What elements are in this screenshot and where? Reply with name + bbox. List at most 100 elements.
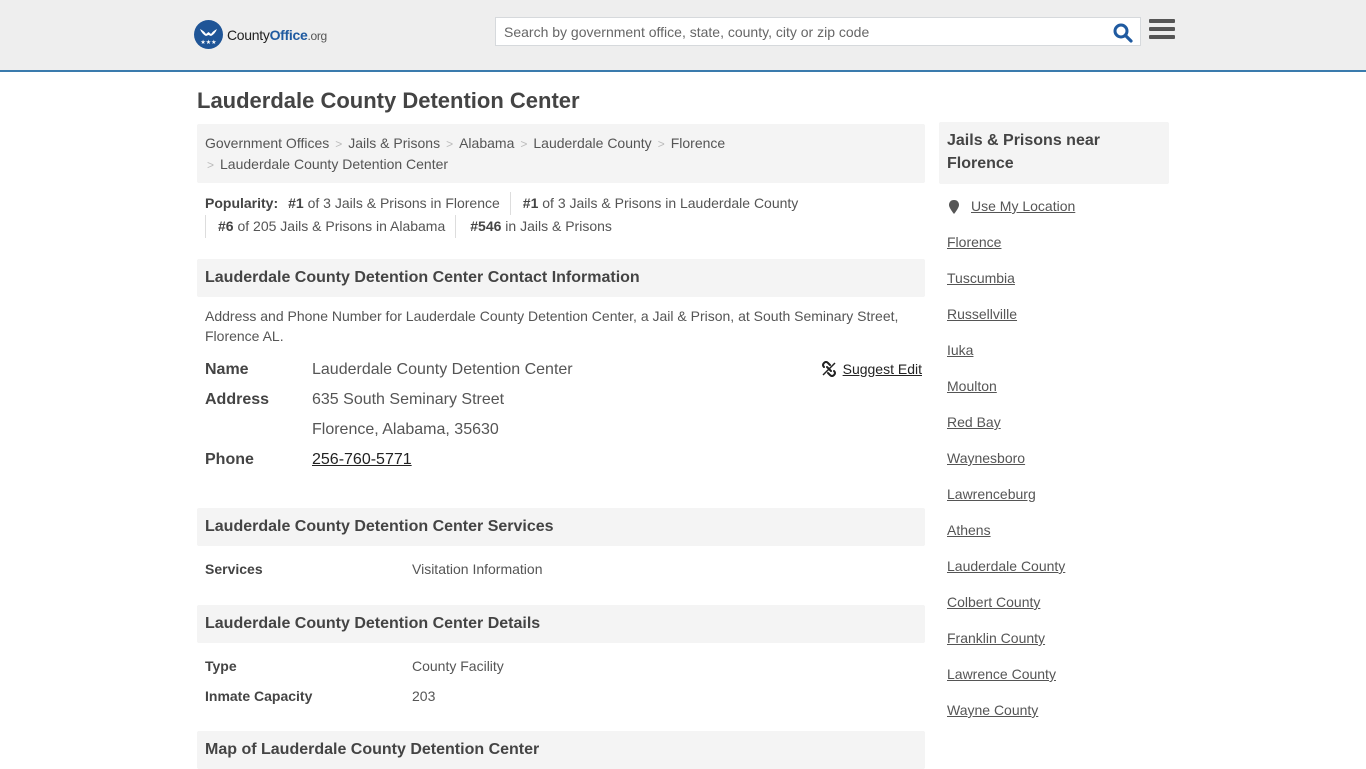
address-line2: Florence, Alabama, 35630 xyxy=(312,421,499,438)
search-button[interactable] xyxy=(1112,22,1134,44)
nearby-link-item: Wayne County xyxy=(947,702,1169,738)
popularity-item: #6 of 205 Jails & Prisons in Alabama xyxy=(205,215,455,238)
logo-wordmark: CountyOffice.org xyxy=(227,27,327,43)
nearby-link-item: Waynesboro xyxy=(947,450,1169,486)
nearby-link-item: Lauderdale County xyxy=(947,558,1169,594)
breadcrumb: Government Offices > Jails & Prisons > Alaba… xyxy=(197,124,925,183)
logo-text-county: County xyxy=(227,26,270,43)
breadcrumb-separator-icon: > xyxy=(335,137,343,151)
popularity-label: Popularity: xyxy=(205,195,279,211)
contact-description: Address and Phone Number for Lauderdale … xyxy=(205,308,899,344)
nearby-link-item: Russellville xyxy=(947,306,1169,342)
sidebar-heading: Jails & Prisons near Florence xyxy=(939,122,1169,184)
name-label: Name xyxy=(205,361,249,378)
nearby-link[interactable]: Colbert County xyxy=(947,594,1040,610)
site-header: ★★★ CountyOffice.org xyxy=(0,0,1366,72)
nearby-link-item: Moulton xyxy=(947,378,1169,414)
popularity-rank: #6 xyxy=(218,218,234,234)
use-my-location[interactable]: Use My Location xyxy=(947,198,1169,234)
nearby-link[interactable]: Lawrenceburg xyxy=(947,486,1036,502)
breadcrumb-jails-prisons[interactable]: Jails & Prisons xyxy=(348,135,440,151)
nearby-link[interactable]: Waynesboro xyxy=(947,450,1025,466)
address-label: Address xyxy=(205,391,270,408)
address-row: Address 635 South Seminary Street xyxy=(205,385,917,415)
page-title: Lauderdale County Detention Center xyxy=(197,88,580,113)
main-content: Government Offices > Jails & Prisons > Alaba… xyxy=(197,124,925,769)
breadcrumb-separator-icon: > xyxy=(657,137,665,151)
map-pin-icon xyxy=(949,200,959,214)
popularity-rank: #1 xyxy=(288,195,304,211)
details-value: 203 xyxy=(412,688,436,704)
phone-link[interactable]: 256-760-5771 xyxy=(312,451,412,468)
breadcrumb-government-offices[interactable]: Government Offices xyxy=(205,135,329,151)
nearby-link-item: Athens xyxy=(947,522,1169,558)
hamburger-menu-button[interactable] xyxy=(1149,19,1175,43)
phone-row: Phone 256-760-5771 xyxy=(205,445,917,475)
nearby-link-item: Franklin County xyxy=(947,630,1169,666)
nearby-link[interactable]: Lauderdale County xyxy=(947,558,1065,574)
popularity-text: of 3 Jails & Prisons in Florence xyxy=(303,195,500,211)
popularity-text: of 205 Jails & Prisons in Alabama xyxy=(233,218,446,234)
services-row: Services Visitation Information xyxy=(205,554,917,584)
services-table: Services Visitation Information xyxy=(197,554,925,584)
nearby-link[interactable]: Lawrence County xyxy=(947,666,1056,682)
nearby-link-item: Red Bay xyxy=(947,414,1169,450)
suggest-edit-link[interactable]: Suggest Edit xyxy=(821,361,922,377)
details-section-heading: Lauderdale County Detention Center Detai… xyxy=(197,605,925,643)
nearby-list: Use My Location Florence Tuscumbia Russe… xyxy=(939,184,1169,738)
details-label: Inmate Capacity xyxy=(205,688,313,704)
details-row: Inmate Capacity 203 xyxy=(205,681,917,711)
breadcrumb-separator-icon: > xyxy=(207,158,215,172)
nearby-link-item: Colbert County xyxy=(947,594,1169,630)
breadcrumb-current: Lauderdale County Detention Center xyxy=(220,156,449,172)
menu-bar-icon xyxy=(1149,27,1175,31)
breadcrumb-florence[interactable]: Florence xyxy=(671,135,725,151)
popularity-item: #1 of 3 Jails & Prisons in Lauderdale Co… xyxy=(509,192,809,215)
popularity-item: #1 of 3 Jails & Prisons in Florence xyxy=(278,192,510,215)
contact-section-heading: Lauderdale County Detention Center Conta… xyxy=(197,259,925,297)
address-row-2: Florence, Alabama, 35630 xyxy=(205,415,917,445)
nearby-link[interactable]: Russellville xyxy=(947,306,1017,322)
address-line1: 635 South Seminary Street xyxy=(312,391,505,408)
breadcrumb-separator-icon: > xyxy=(446,137,454,151)
breadcrumb-separator-icon: > xyxy=(520,137,528,151)
menu-bar-icon xyxy=(1149,35,1175,39)
details-table: Type County Facility Inmate Capacity 203 xyxy=(197,651,925,711)
eagle-logo-icon: ★★★ xyxy=(194,20,223,49)
name-value: Lauderdale County Detention Center xyxy=(312,361,573,378)
svg-text:★★★: ★★★ xyxy=(200,39,216,46)
search-icon xyxy=(1113,23,1133,43)
breadcrumb-lauderdale-county[interactable]: Lauderdale County xyxy=(533,135,651,151)
map-section-heading: Map of Lauderdale County Detention Cente… xyxy=(197,731,925,769)
contact-info: Suggest Edit Name Lauderdale County Dete… xyxy=(197,355,925,475)
services-section-heading: Lauderdale County Detention Center Servi… xyxy=(197,508,925,546)
services-value: Visitation Information xyxy=(412,561,543,577)
popularity-rank: #546 xyxy=(470,218,502,234)
services-label: Services xyxy=(205,561,263,577)
nearby-link-item: Lawrence County xyxy=(947,666,1169,702)
details-label: Type xyxy=(205,658,237,674)
nearby-link[interactable]: Florence xyxy=(947,234,1001,250)
use-my-location-link[interactable]: Use My Location xyxy=(971,198,1075,214)
sidebar: Jails & Prisons near Florence Use My Loc… xyxy=(939,122,1169,738)
unlink-edit-icon xyxy=(821,361,836,377)
details-row: Type County Facility xyxy=(205,651,917,681)
nearby-link[interactable]: Red Bay xyxy=(947,414,1001,430)
suggest-edit-label[interactable]: Suggest Edit xyxy=(843,361,922,377)
popularity-item: #546 in Jails & Prisons xyxy=(455,215,622,238)
breadcrumb-alabama[interactable]: Alabama xyxy=(459,135,514,151)
logo-text-office: Office xyxy=(269,26,308,43)
popularity-rankings: Popularity: #1 of 3 Jails & Prisons in Fl… xyxy=(197,183,925,238)
nearby-link[interactable]: Franklin County xyxy=(947,630,1045,646)
nearby-link[interactable]: Wayne County xyxy=(947,702,1038,718)
menu-bar-icon xyxy=(1149,19,1175,23)
site-logo[interactable]: ★★★ CountyOffice.org xyxy=(194,20,327,49)
nearby-link-item: Lawrenceburg xyxy=(947,486,1169,522)
phone-label: Phone xyxy=(205,451,254,468)
logo-text-tld: .org xyxy=(307,28,327,43)
nearby-link[interactable]: Moulton xyxy=(947,378,997,394)
nearby-link[interactable]: Iuka xyxy=(947,342,973,358)
search-input[interactable] xyxy=(496,23,1096,40)
nearby-link[interactable]: Athens xyxy=(947,522,991,538)
nearby-link[interactable]: Tuscumbia xyxy=(947,270,1015,286)
